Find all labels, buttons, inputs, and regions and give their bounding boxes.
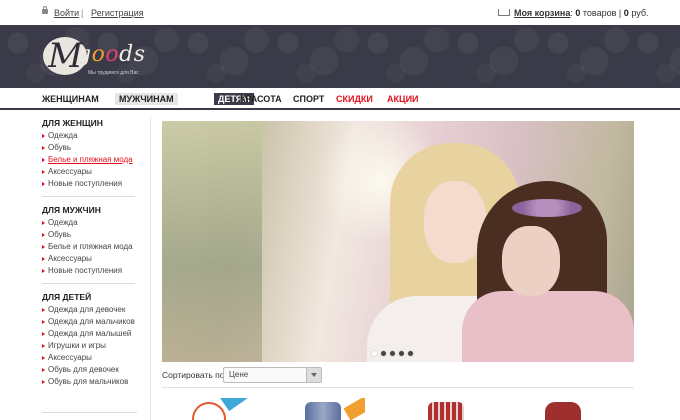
sidebar-title[interactable]: ДЛЯ ЖЕНЩИН [42,117,137,130]
hero-banner[interactable] [162,121,634,362]
sidebar-item[interactable]: Одежда [42,130,137,142]
product-card[interactable] [398,398,488,420]
banner-flower-wreath [512,199,582,217]
nav-item-sport[interactable]: СПОРТ [289,93,328,105]
cart-count-suffix: товаров [582,8,617,18]
nav-item-men[interactable]: МУЖЧИНАМ [115,93,178,105]
sidebar-item-active[interactable]: Белье и пляжная мода [42,154,137,166]
chevron-down-icon[interactable] [306,368,321,382]
sidebar-item[interactable]: Белье и пляжная мода [42,241,137,253]
cart-separator: | [618,8,622,18]
sidebar-item[interactable]: Одежда для мальчиков [42,316,137,328]
product-image-plaid-shirt [428,402,464,420]
sidebar-title[interactable]: ДЛЯ МУЖЧИН [42,204,137,217]
sidebar-group-kids: ДЛЯ ДЕТЕЙ Одежда для девочек Одежда для … [42,291,137,388]
nav-item-sale[interactable]: СКИДКИ [332,93,377,105]
nav-item-women[interactable]: ЖЕНЩИНАМ [38,93,103,105]
logo-char: o [105,42,120,67]
sidebar-item[interactable]: Обувь для девочек [42,364,137,376]
slider-dot[interactable] [398,350,405,357]
cart-sum: 0 [623,8,629,18]
sidebar-item[interactable]: Одежда для девочек [42,304,137,316]
product-image-clock [192,402,226,420]
slider-dot[interactable] [371,350,378,357]
sidebar-item[interactable]: Аксессуары [42,253,137,265]
sidebar-item[interactable]: Одежда для малышей [42,328,137,340]
login-link[interactable]: Войти [54,8,79,18]
product-card[interactable] [162,398,252,420]
sidebar-item[interactable]: Обувь для мальчиков [42,376,137,388]
sidebar-item[interactable]: Одежда [42,217,137,229]
category-sidebar: ДЛЯ ЖЕНЩИН Одежда Обувь Белье и пляжная … [42,117,137,388]
sidebar-item[interactable]: Новые поступления [42,265,137,277]
separator: | [81,8,84,18]
divider [42,283,135,284]
cart-summary: Моя корзина: 0 товаров | 0 руб. [514,8,649,18]
sidebar-item[interactable]: Игрушки и игры [42,340,137,352]
logo-char: g [77,42,92,67]
logo-wordmark[interactable]: goods [77,42,145,67]
sidebar-item[interactable]: Новые поступления [42,178,137,190]
product-ribbon [220,398,252,412]
logo-tagline: Мы трудимся для Вас [88,70,139,76]
banner-background [162,121,262,362]
cart-currency: руб. [631,8,649,18]
banner-model-brunette-face [502,226,560,296]
divider [42,196,135,197]
sort-label: Сортировать по: [162,370,227,380]
sort-select[interactable]: Цене [223,367,322,383]
register-link[interactable]: Регистрация [91,8,144,18]
sidebar-item[interactable]: Обувь [42,142,137,154]
slider-dot[interactable] [389,350,396,357]
logo-char: d [119,42,134,67]
column-divider [150,117,151,420]
sidebar-item[interactable]: Обувь [42,229,137,241]
lock-icon [42,6,48,14]
cart-icon[interactable] [498,9,510,16]
cart-count: 0 [575,8,581,18]
sidebar-title[interactable]: ДЛЯ ДЕТЕЙ [42,291,137,304]
logo-char: s [133,42,146,67]
logo-char: o [91,42,106,67]
nav-item-promo[interactable]: АКЦИИ [383,93,423,105]
top-bar: Войти | Регистрация Моя корзина: 0 товар… [0,0,680,25]
sidebar-group-women: ДЛЯ ЖЕНЩИН Одежда Обувь Белье и пляжная … [42,117,137,190]
nav-item-beauty[interactable]: КРАСОТА [236,93,286,105]
product-ribbon [343,398,365,420]
product-image-shirt [305,402,341,420]
product-card[interactable] [275,398,365,420]
slider-dot[interactable] [407,350,414,357]
cart-link[interactable]: Моя корзина [514,8,570,18]
sort-value: Цене [229,370,249,379]
product-image-sweater [545,402,581,420]
slider-dot[interactable] [380,350,387,357]
banner-model-brunette-dress [462,291,634,362]
product-card[interactable] [515,398,605,420]
sidebar-group-men: ДЛЯ МУЖЧИН Одежда Обувь Белье и пляжная … [42,204,137,277]
divider [162,387,634,388]
sidebar-item[interactable]: Аксессуары [42,166,137,178]
sidebar-item[interactable]: Аксессуары [42,352,137,364]
site-header: M goods Мы трудимся для Вас [0,25,680,88]
divider [42,412,137,413]
main-nav: ЖЕНЩИНАМ МУЖЧИНАМ ДЕТЯМ КРАСОТА СПОРТ СК… [0,88,680,110]
